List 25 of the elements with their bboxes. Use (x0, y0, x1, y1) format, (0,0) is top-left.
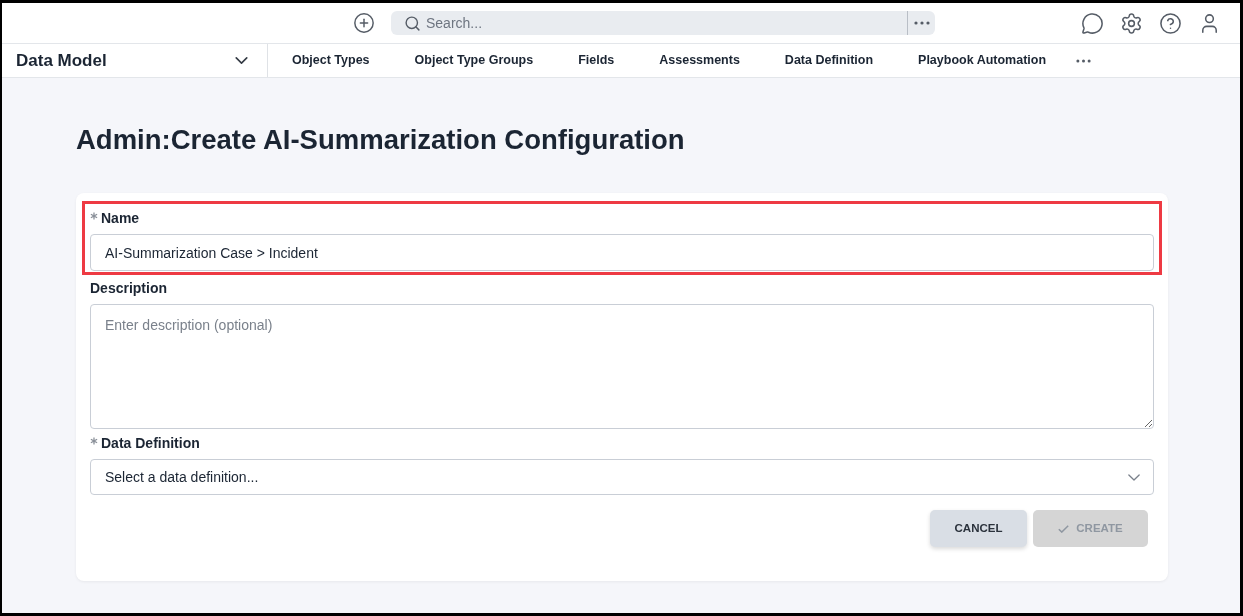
search-icon (404, 14, 421, 32)
field-label: Description (90, 279, 167, 297)
nav-tab[interactable]: Playbook Automation (918, 51, 1047, 70)
chat-icon[interactable] (1081, 11, 1104, 35)
nav-tab[interactable]: Data Definition (784, 51, 874, 70)
check-icon (1058, 524, 1070, 533)
data-definition-select[interactable]: Select a data definition... (90, 459, 1154, 495)
chevron-down-icon (1128, 473, 1140, 481)
section-dropdown[interactable]: Data Model (2, 44, 268, 77)
nav-tab[interactable]: Fields (578, 51, 615, 70)
field-label: Name (101, 209, 140, 227)
chevron-down-icon (235, 57, 248, 64)
nav-tab[interactable]: Assessments (659, 51, 740, 70)
nav-tab[interactable]: Object Types (292, 51, 370, 70)
more-icon (913, 21, 930, 25)
field-label: Data Definition (101, 434, 200, 452)
cancel-button[interactable]: CANCEL (930, 510, 1027, 547)
nav-tab[interactable]: Object Type Groups (414, 51, 534, 70)
page-title: Admin:Create AI-Summarization Configuration (76, 123, 685, 157)
settings-icon[interactable] (1120, 11, 1143, 35)
more-icon (1076, 58, 1092, 63)
add-icon[interactable] (353, 12, 375, 34)
name-input[interactable]: AI-Summarization Case > Incident (90, 234, 1154, 271)
help-icon[interactable] (1159, 11, 1182, 35)
description-textarea[interactable]: Enter description (optional) (90, 304, 1154, 429)
